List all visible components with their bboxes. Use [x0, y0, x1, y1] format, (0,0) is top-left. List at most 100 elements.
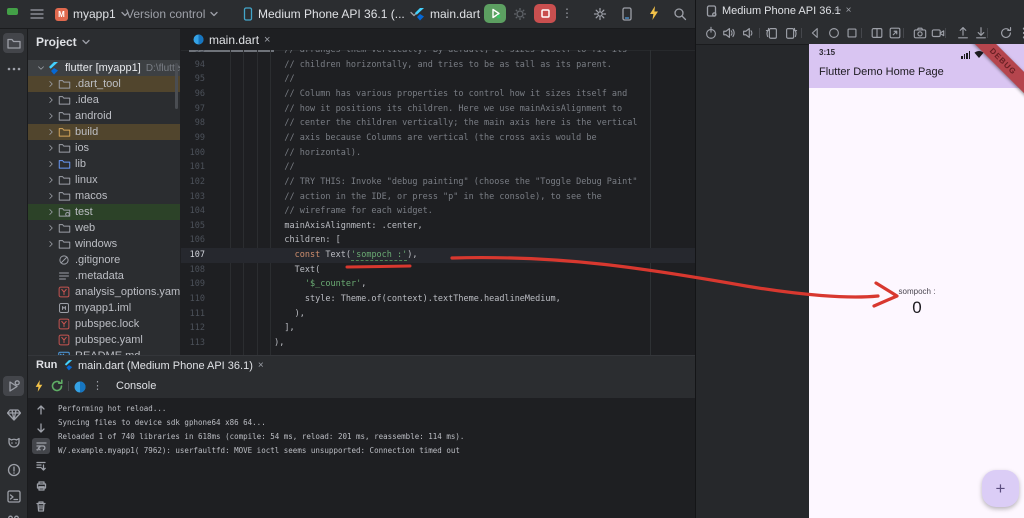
emulator-screen[interactable]: 3:15 Flutter Demo Home Page DEBUG sompoc…: [809, 44, 1024, 518]
hot-restart-button[interactable]: [50, 379, 64, 398]
code-line-99[interactable]: 99 // axis because Columns are vertical …: [181, 131, 695, 146]
print-button[interactable]: [32, 478, 50, 494]
rotate-right-icon[interactable]: [784, 26, 798, 40]
debug-button[interactable]: [513, 7, 527, 26]
chevron-right-icon[interactable]: [46, 143, 56, 153]
new-tab-button[interactable]: +: [834, 2, 842, 17]
chevron-right-icon[interactable]: [46, 175, 56, 185]
code-line-103[interactable]: 103 // action in the IDE, or press "p" i…: [181, 190, 695, 205]
tree-item-web[interactable]: web: [28, 220, 180, 236]
code-line-95[interactable]: 95 //: [181, 72, 695, 87]
scroll-up-button[interactable]: [32, 402, 50, 418]
device-selector[interactable]: Medium Phone API 36.1 (...: [243, 0, 418, 28]
search-everywhere-button[interactable]: [673, 7, 687, 21]
tool-vcs-button[interactable]: [3, 512, 24, 518]
code-line-94[interactable]: 94 // children horizontally, and tries t…: [181, 58, 695, 73]
tree-item-analysis-options-yaml[interactable]: analysis_options.yaml: [28, 284, 180, 300]
code-line-106[interactable]: 106 children: [: [181, 233, 695, 248]
emulator-tab[interactable]: Medium Phone API 36.1 ×: [702, 0, 856, 23]
device-manager-button[interactable]: [621, 7, 633, 21]
screenshot-icon[interactable]: [913, 26, 927, 40]
project-panel-header[interactable]: Project: [36, 29, 90, 56]
code-line-112[interactable]: 112 ],: [181, 321, 695, 336]
code-line-107[interactable]: 107 const Text('sompoch :'),: [181, 248, 695, 264]
close-icon[interactable]: ×: [258, 360, 264, 371]
code-line-105[interactable]: 105 mainAxisAlignment: .center,: [181, 219, 695, 234]
overview-icon[interactable]: [845, 26, 859, 40]
chevron-right-icon[interactable]: [46, 271, 56, 281]
tool-inspector-button[interactable]: [3, 405, 24, 425]
chevron-right-icon[interactable]: [46, 303, 56, 313]
tree-item-android[interactable]: android: [28, 108, 180, 124]
tree-item-pubspec-yaml[interactable]: pubspec.yaml: [28, 332, 180, 348]
increment-fab[interactable]: +: [982, 470, 1019, 507]
code-line-98[interactable]: 98 // center the children vertically; th…: [181, 116, 695, 131]
scroll-down-button[interactable]: [32, 420, 50, 436]
tree-item-test[interactable]: test: [28, 204, 180, 220]
tree-item-windows[interactable]: windows: [28, 236, 180, 252]
save-icon[interactable]: [974, 26, 988, 40]
run-button[interactable]: [484, 4, 506, 23]
chevron-right-icon[interactable]: [46, 191, 56, 201]
chevron-right-icon[interactable]: [46, 207, 56, 217]
tree-item-lib[interactable]: lib: [28, 156, 180, 172]
project-scrollbar[interactable]: [175, 63, 178, 109]
chevron-right-icon[interactable]: [46, 79, 56, 89]
chevron-right-icon[interactable]: [46, 335, 56, 345]
code-line-101[interactable]: 101 //: [181, 160, 695, 175]
fold-icon[interactable]: [870, 26, 884, 40]
tree-item-flutter-myapp1-[interactable]: flutter [myapp1] D:\flutter: [28, 60, 180, 76]
tool-terminal-button[interactable]: [3, 486, 24, 506]
tool-run-button[interactable]: [3, 376, 24, 396]
tree-item-pubspec-lock[interactable]: pubspec.lock: [28, 316, 180, 332]
tool-logcat-button[interactable]: [3, 433, 24, 453]
run-config-selector[interactable]: main.dart: [414, 0, 493, 28]
chevron-right-icon[interactable]: [46, 95, 56, 105]
tree-item--gitignore[interactable]: .gitignore: [28, 252, 180, 268]
code-line-100[interactable]: 100 // horizontal).: [181, 146, 695, 161]
code-line-96[interactable]: 96 // Column has various properties to c…: [181, 87, 695, 102]
scroll-to-end-button[interactable]: [32, 458, 50, 474]
soft-wrap-button[interactable]: [32, 438, 50, 454]
vcs-selector[interactable]: Version control: [126, 0, 219, 28]
power-icon[interactable]: [704, 26, 718, 40]
code-line-111[interactable]: 111 ),: [181, 307, 695, 322]
chevron-right-icon[interactable]: [46, 159, 56, 169]
chevron-right-icon[interactable]: [46, 111, 56, 121]
rotate-left-icon[interactable]: [765, 26, 779, 40]
chevron-right-icon[interactable]: [46, 319, 56, 329]
chevron-down-icon[interactable]: [36, 63, 46, 73]
code-line-109[interactable]: 109 '$_counter',: [181, 277, 695, 292]
more-icon[interactable]: [1017, 26, 1024, 40]
code-line-113[interactable]: 113 ),: [181, 336, 695, 351]
volume-down-icon[interactable]: [741, 26, 755, 40]
tool-project-button[interactable]: [3, 33, 24, 53]
tree-item-build[interactable]: build: [28, 124, 180, 140]
record-icon[interactable]: [931, 26, 945, 40]
dart-devtools-button[interactable]: [74, 380, 86, 398]
tree-item-linux[interactable]: linux: [28, 172, 180, 188]
hot-reload-button[interactable]: [648, 5, 660, 26]
chevron-right-icon[interactable]: [46, 127, 56, 137]
chevron-right-icon[interactable]: [46, 287, 56, 297]
code-line-108[interactable]: 108 Text(: [181, 263, 695, 278]
clear-button[interactable]: [32, 498, 50, 514]
stop-button[interactable]: [534, 4, 556, 23]
settings-sync-button[interactable]: [593, 7, 607, 21]
back-icon[interactable]: [808, 26, 822, 40]
tool-more-button[interactable]: [3, 59, 24, 79]
tool-problems-button[interactable]: [3, 460, 24, 480]
snapshots-icon[interactable]: [999, 26, 1013, 40]
more-actions-button[interactable]: ⋮: [561, 6, 573, 20]
hot-reload-button[interactable]: [34, 379, 44, 398]
tab-main-dart[interactable]: main.dart ×: [189, 29, 275, 52]
tree-item-macos[interactable]: macos: [28, 188, 180, 204]
code-line-110[interactable]: 110 style: Theme.of(context).textTheme.h…: [181, 292, 695, 307]
code-line-97[interactable]: 97 // how it positions its children. Her…: [181, 102, 695, 117]
chevron-right-icon[interactable]: [46, 223, 56, 233]
more-options-button[interactable]: ⋮: [92, 379, 103, 392]
chevron-right-icon[interactable]: [46, 255, 56, 265]
chevron-right-icon[interactable]: [46, 239, 56, 249]
volume-up-icon[interactable]: [722, 26, 736, 40]
share-icon[interactable]: [956, 26, 970, 40]
